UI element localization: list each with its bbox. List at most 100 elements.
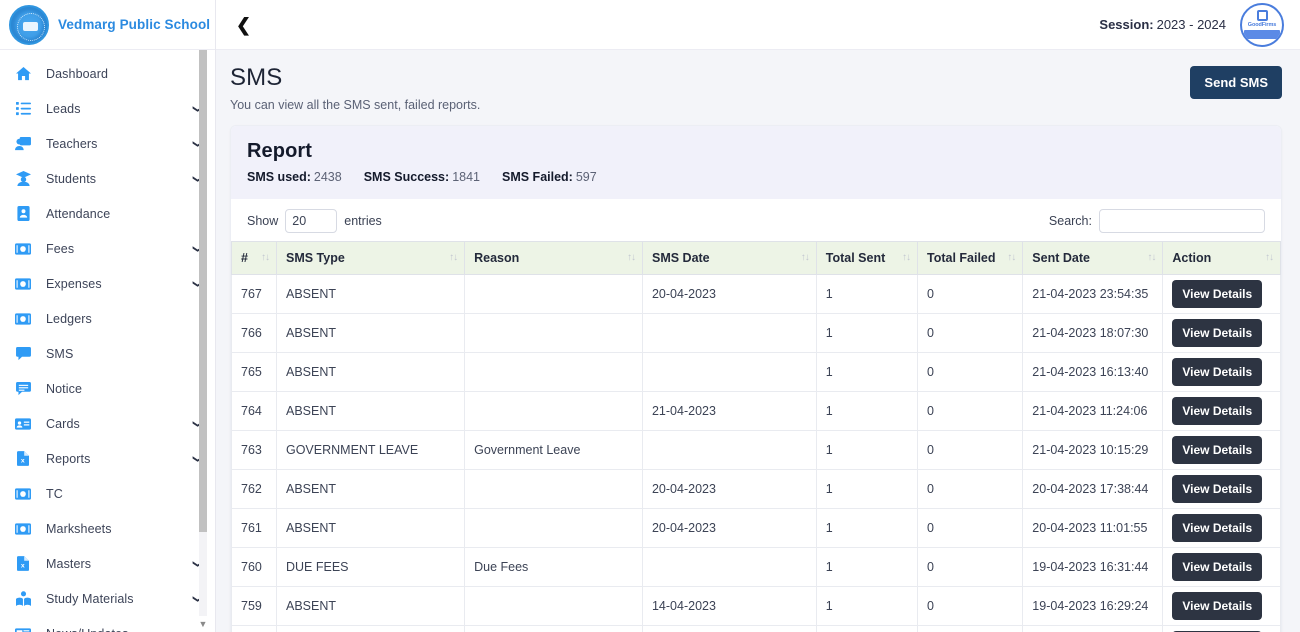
sort-toggle-icon[interactable]: ↑↓ [261, 253, 269, 263]
sidebar-scrollbar-track[interactable] [199, 50, 207, 616]
cell-total-sent: 1 [816, 352, 917, 391]
page-subtitle: You can view all the SMS sent, failed re… [230, 98, 480, 112]
cell-sms-date: 20-04-2023 [642, 469, 816, 508]
cell-sms-date: 19-04-2023 [642, 625, 816, 632]
column-header-total-failed[interactable]: Total Failed ↑↓ [918, 241, 1023, 274]
cell-action: View Details [1163, 625, 1281, 632]
sidebar-scrollbar-thumb[interactable] [199, 50, 207, 532]
cell-type: GOVERNMENT LEAVE [276, 430, 464, 469]
column-header-total-sent[interactable]: Total Sent ↑↓ [816, 241, 917, 274]
view-details-button[interactable]: View Details [1172, 475, 1262, 503]
excel-file-icon: x [12, 556, 34, 571]
sort-toggle-icon[interactable]: ↑↓ [801, 253, 809, 263]
column-header-label: Total Failed [927, 251, 996, 265]
cell-num: 761 [232, 508, 277, 547]
sidebar-item-masters[interactable]: xMasters❯ [0, 546, 215, 581]
cell-num: 767 [232, 274, 277, 313]
sort-toggle-icon[interactable]: ↑↓ [1147, 253, 1155, 263]
cell-num: 765 [232, 352, 277, 391]
sidebar-item-fees[interactable]: Fees❯ [0, 231, 215, 266]
column-header-label: Sent Date [1032, 251, 1090, 265]
column-header-sms-date[interactable]: SMS Date↑↓ [642, 241, 816, 274]
sort-toggle-icon[interactable]: ↑↓ [902, 253, 910, 263]
cell-action: View Details [1163, 547, 1281, 586]
send-sms-button[interactable]: Send SMS [1190, 66, 1282, 99]
sort-toggle-icon[interactable]: ↑↓ [627, 253, 635, 263]
sidebar-item-teachers[interactable]: Teachers❯ [0, 126, 215, 161]
page-content: SMS You can view all the SMS sent, faile… [216, 50, 1300, 632]
sidebar-item-label: Expenses [46, 277, 102, 291]
contact-card-icon [12, 418, 34, 430]
cell-type: ABSENT [276, 352, 464, 391]
sidebar-item-students[interactable]: Students❯ [0, 161, 215, 196]
view-details-button[interactable]: View Details [1172, 280, 1262, 308]
column-header-label: # [241, 251, 248, 265]
topbar-right: Session:2023 - 2024 GoodFirms [1099, 3, 1284, 47]
sidebar-item-marksheets[interactable]: Marksheets [0, 511, 215, 546]
column-header-sms-type[interactable]: SMS Type ↑↓ [276, 241, 464, 274]
brand-header[interactable]: Vedmarg Public School [0, 0, 215, 50]
page-title: SMS [230, 64, 480, 92]
view-details-button[interactable]: View Details [1172, 319, 1262, 347]
sidebar-item-expenses[interactable]: Expenses❯ [0, 266, 215, 301]
cell-action: View Details [1163, 313, 1281, 352]
goodfirms-badge[interactable]: GoodFirms [1240, 3, 1284, 47]
search-input[interactable] [1099, 209, 1265, 233]
id-card-icon [12, 206, 34, 221]
cell-total-sent: 1 [816, 586, 917, 625]
money-icon [12, 523, 34, 535]
table-row: 761ABSENT20-04-20231020-04-2023 11:01:55… [232, 508, 1281, 547]
column-header-label: SMS Type [286, 251, 345, 265]
show-entries-input[interactable] [285, 209, 337, 233]
sort-toggle-icon[interactable]: ↑↓ [1265, 253, 1273, 263]
table-header-row: #↑↓SMS Type↑↓Reason↑↓SMS Date↑↓Total Sen… [232, 241, 1281, 274]
sidebar-item-study-materials[interactable]: Study Materials❯ [0, 581, 215, 616]
sidebar-item-attendance[interactable]: Attendance [0, 196, 215, 231]
sidebar-item-notice[interactable]: Notice [0, 371, 215, 406]
session-label: Session: [1099, 17, 1153, 32]
entries-suffix-label: entries [344, 214, 382, 228]
table-row: 763GOVERNMENT LEAVEGovernment Leave1021-… [232, 430, 1281, 469]
sort-toggle-icon[interactable]: ↑↓ [1007, 253, 1015, 263]
column-header-[interactable]: # ↑↓ [232, 241, 277, 274]
view-details-button[interactable]: View Details [1172, 397, 1262, 425]
session-indicator: Session:2023 - 2024 [1099, 17, 1226, 32]
sidebar-item-leads[interactable]: Leads❯ [0, 91, 215, 126]
column-header-reason[interactable]: Reason ↑↓ [465, 241, 643, 274]
stat-sms-success-label: SMS Success: [364, 170, 449, 184]
sidebar-item-dashboard[interactable]: Dashboard [0, 56, 215, 91]
svg-text:x: x [21, 457, 25, 464]
view-details-button[interactable]: View Details [1172, 553, 1262, 581]
sidebar-item-news-updates[interactable]: News/Updates [0, 616, 215, 632]
home-icon [12, 66, 34, 81]
table-row: 767ABSENT20-04-20231021-04-2023 23:54:35… [232, 274, 1281, 313]
sort-toggle-icon[interactable]: ↑↓ [449, 253, 457, 263]
cell-total-failed: 0 [918, 313, 1023, 352]
stat-sms-success: SMS Success:1841 [364, 170, 480, 184]
cell-total-failed: 0 [918, 274, 1023, 313]
view-details-button[interactable]: View Details [1172, 436, 1262, 464]
column-header-sent-date[interactable]: Sent Date ↑↓ [1023, 241, 1163, 274]
column-header-action[interactable]: Action↑↓ [1163, 241, 1281, 274]
sidebar-item-label: Marksheets [46, 522, 112, 536]
cell-sent-date: 21-04-2023 10:15:29 [1023, 430, 1163, 469]
view-details-button[interactable]: View Details [1172, 358, 1262, 386]
cell-action: View Details [1163, 430, 1281, 469]
column-header-label: Total Sent [826, 251, 886, 265]
cell-reason [465, 586, 643, 625]
sidebar-item-ledgers[interactable]: Ledgers [0, 301, 215, 336]
sidebar-item-reports[interactable]: xReports❯ [0, 441, 215, 476]
cell-sent-date: 21-04-2023 18:07:30 [1023, 313, 1163, 352]
sidebar-item-sms[interactable]: SMS [0, 336, 215, 371]
column-header-label: Reason [474, 251, 519, 265]
notice-icon [12, 382, 34, 396]
sidebar-item-cards[interactable]: Cards❯ [0, 406, 215, 441]
show-entries-label: Show [247, 214, 278, 228]
view-details-button[interactable]: View Details [1172, 514, 1262, 542]
chevron-left-icon[interactable]: ❮ [230, 14, 257, 36]
cell-total-sent: 1 [816, 508, 917, 547]
view-details-button[interactable]: View Details [1172, 592, 1262, 620]
sidebar-item-tc[interactable]: TC [0, 476, 215, 511]
table-row: 759ABSENT14-04-20231019-04-2023 16:29:24… [232, 586, 1281, 625]
sidebar-scroll-down-icon[interactable]: ▼ [197, 618, 209, 630]
